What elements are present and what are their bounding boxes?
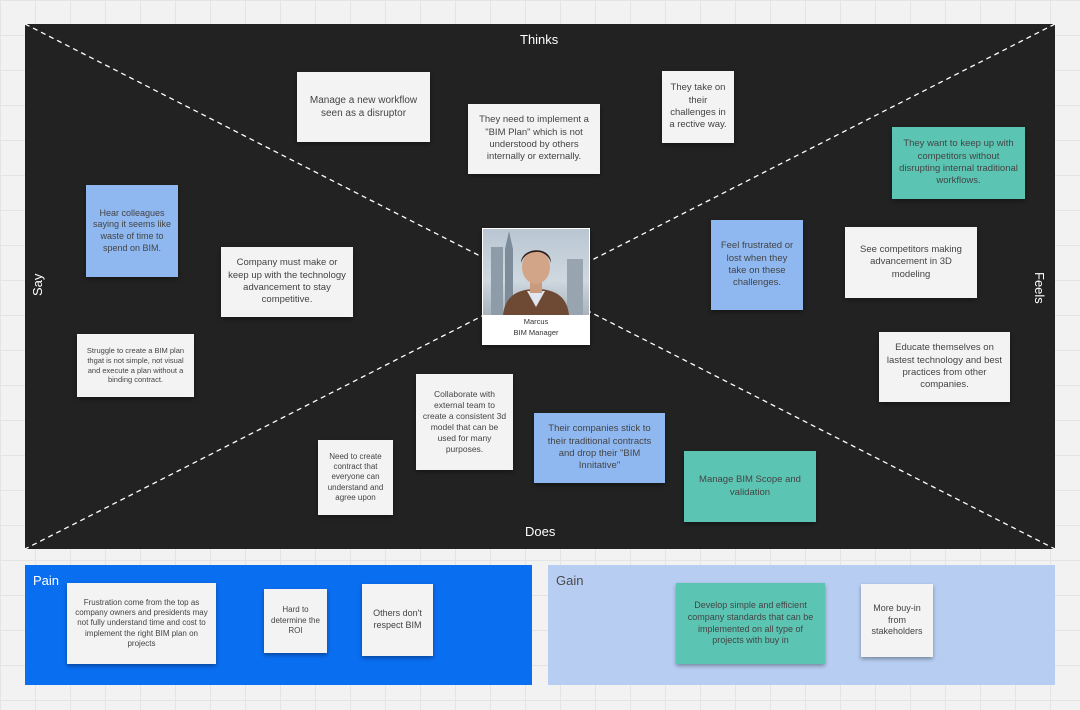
note-keep-up-competitors[interactable]: They want to keep up with competitors wi… (892, 127, 1025, 199)
note-struggle-bim-plan[interactable]: Struggle to create a BIM plan thgat is n… (77, 334, 194, 397)
note-company-must[interactable]: Company must make or keep up with the te… (221, 247, 353, 317)
note-traditional-contracts[interactable]: Their companies stick to their tradition… (534, 413, 665, 483)
feels-label: Feels (1032, 272, 1047, 304)
note-reactive-way[interactable]: They take on their challenges in a recti… (662, 71, 734, 143)
note-collaborate[interactable]: Collaborate with external team to create… (416, 374, 513, 470)
note-more-buy-in[interactable]: More buy-in from stakeholders (861, 584, 933, 657)
persona-photo (483, 229, 589, 315)
does-label: Does (525, 524, 556, 539)
note-manage-bim-scope[interactable]: Manage BIM Scope and validation (684, 451, 816, 522)
note-feel-frustrated[interactable]: Feel frustrated or lost when they take o… (711, 220, 803, 310)
note-hear-colleagues[interactable]: Hear colleagues saying it seems like was… (86, 185, 178, 277)
note-competitors-3d[interactable]: See competitors making advancement in 3D… (845, 227, 977, 298)
note-bim-plan[interactable]: They need to implement a "BIM Plan" whic… (468, 104, 600, 174)
persona-role: BIM Manager (513, 327, 559, 337)
note-hard-roi[interactable]: Hard to determine the ROI (264, 589, 327, 653)
note-manage-workflow[interactable]: Manage a new workflow seen as a disrupto… (297, 72, 430, 142)
note-need-contract[interactable]: Need to create contract that everyone ca… (318, 440, 393, 515)
pain-title: Pain (33, 573, 60, 588)
gain-panel: Gain Develop simple and efficient compan… (548, 565, 1055, 685)
note-educate-themselves[interactable]: Educate themselves on lastest technology… (879, 332, 1010, 402)
pain-panel: Pain Frustration come from the top as co… (25, 565, 532, 685)
gain-title: Gain (556, 573, 584, 588)
note-frustration-top[interactable]: Frustration come from the top as company… (67, 583, 216, 664)
note-others-dont-respect[interactable]: Others don't respect BIM (362, 584, 433, 656)
say-label: Say (30, 273, 45, 296)
persona-card[interactable]: Marcus BIM Manager (482, 228, 590, 345)
note-develop-standards[interactable]: Develop simple and efficient company sta… (676, 583, 825, 664)
thinks-label: Thinks (520, 32, 559, 47)
empathy-map-board: Thinks Does Say Feels Manage a new workf… (25, 24, 1055, 549)
persona-name: Marcus (523, 317, 549, 326)
